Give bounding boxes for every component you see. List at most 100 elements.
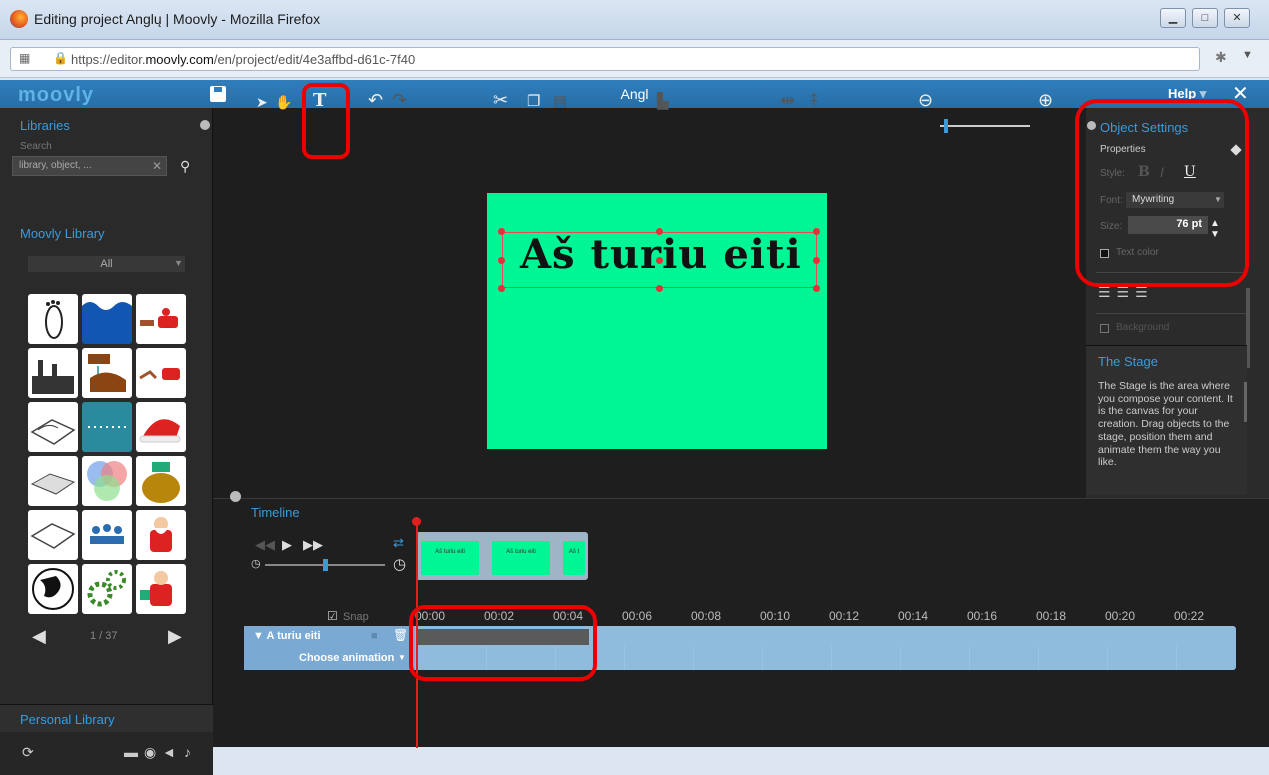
library-item-globe[interactable] <box>28 564 78 614</box>
clip-thumbnail[interactable]: Aš t <box>563 541 585 575</box>
track-name[interactable]: ▼ A turiu eiti <box>253 630 321 642</box>
choose-animation-select[interactable]: Choose animation <box>299 652 394 664</box>
library-item-santa-claus[interactable] <box>136 510 186 560</box>
moovly-library-title: Moovly Library <box>20 226 105 241</box>
library-item-santa-gift[interactable] <box>136 564 186 614</box>
resize-handle[interactable] <box>498 257 505 264</box>
trash-icon[interactable]: 🗑 <box>393 628 408 642</box>
timeline-title: Timeline <box>251 505 300 520</box>
snap-label: Snap <box>343 611 369 623</box>
zoom-slider-track[interactable] <box>940 125 1030 127</box>
resize-handle[interactable] <box>813 285 820 292</box>
close-window-button[interactable]: ✕ <box>1224 8 1250 28</box>
microphone-icon[interactable]: ♪ <box>184 744 191 760</box>
info-scrollbar[interactable] <box>1244 382 1247 422</box>
library-item-reindeer-sleigh[interactable] <box>136 348 186 398</box>
collapse-timeline-icon[interactable] <box>230 491 241 502</box>
time-tick: 00:16 <box>967 609 998 623</box>
library-search-input[interactable]: library, object, ... <box>12 156 167 176</box>
library-item-santa-hat[interactable] <box>136 402 186 452</box>
library-item-santa-sleigh[interactable] <box>136 294 186 344</box>
next-page-arrow-icon[interactable]: ▶ <box>168 626 182 647</box>
playhead-handle[interactable] <box>412 517 421 526</box>
clock-icon: ◷ <box>393 556 407 573</box>
time-tick: 00:10 <box>760 609 791 623</box>
library-bottom-tools: ⟳ ▬ ◉ ◄ ♪ <box>0 732 213 775</box>
library-page-count: 1 / 37 <box>90 630 118 642</box>
library-item-terrain-map[interactable] <box>28 456 78 506</box>
chevron-down-icon: ▼ <box>174 258 183 268</box>
library-item-factory[interactable] <box>28 348 78 398</box>
paste-icon: ▤ <box>553 93 568 110</box>
fast-forward-icon[interactable]: ▶▶ <box>303 537 323 553</box>
grid-line <box>969 646 970 670</box>
library-item-landscape-map[interactable] <box>28 402 78 452</box>
menu-chevron-icon[interactable]: ▼ <box>1242 49 1253 61</box>
url-text: https://editor.moovly.com/en/project/edi… <box>71 52 416 67</box>
resize-handle[interactable] <box>813 257 820 264</box>
grid-line <box>1038 646 1039 670</box>
background-label: Background <box>1116 322 1170 333</box>
resize-handle[interactable] <box>498 228 505 235</box>
pointer-icon[interactable]: ➤ <box>256 94 268 111</box>
snap-checkbox[interactable]: ☑ <box>327 609 338 623</box>
grid-line <box>693 646 694 670</box>
library-item-meeting[interactable] <box>82 510 132 560</box>
divider <box>1096 313 1246 314</box>
time-tick: 00:22 <box>1174 609 1205 623</box>
zoom-out-icon[interactable]: ⊖ <box>918 90 933 111</box>
time-tick: 00:08 <box>691 609 722 623</box>
minimize-button[interactable]: ▁ <box>1160 8 1186 28</box>
library-item-gift-sack[interactable] <box>136 456 186 506</box>
address-bar[interactable]: ▦ 🔒 https://editor.moovly.com/en/project… <box>10 47 1200 71</box>
extension-icon[interactable]: ✱ <box>1215 49 1227 66</box>
previous-page-arrow-icon[interactable]: ◀ <box>32 626 46 647</box>
stage-info-panel: The Stage The Stage is the area where yo… <box>1086 345 1247 495</box>
time-tick: 00:18 <box>1036 609 1067 623</box>
search-label: Search <box>20 141 52 152</box>
library-item-hand-washing[interactable] <box>82 348 132 398</box>
library-item-venn-circles[interactable] <box>82 456 132 506</box>
play-icon[interactable]: ▶ <box>282 537 292 553</box>
time-tick: 00:12 <box>829 609 860 623</box>
copy-icon[interactable]: ❐ <box>527 92 540 110</box>
personal-library-header[interactable]: Personal Library <box>0 704 213 732</box>
flip-vertical-icon: ⤉ <box>810 90 818 110</box>
time-tick: 00:06 <box>622 609 653 623</box>
project-title: Angl <box>620 86 649 102</box>
zoom-in-icon[interactable]: ⊕ <box>1038 90 1053 111</box>
grid-line <box>1107 646 1108 670</box>
clip-thumbnail[interactable]: Aš turiu eiti <box>421 541 479 575</box>
loop-icon[interactable]: ⇄ <box>393 535 404 551</box>
video-icon[interactable]: ▬ <box>124 744 138 760</box>
rotation-handle[interactable] <box>656 257 663 264</box>
resize-handle[interactable] <box>656 228 663 235</box>
resize-handle[interactable] <box>656 285 663 292</box>
highlight-timeline-clip <box>409 605 597 681</box>
hand-icon[interactable]: ✋ <box>275 94 292 111</box>
zoom-slider-knob[interactable] <box>944 119 948 133</box>
library-item-wave[interactable] <box>82 294 132 344</box>
rewind-icon: ◀◀ <box>255 537 275 552</box>
scissors-icon[interactable]: ✂ <box>493 90 508 111</box>
resize-handle[interactable] <box>498 285 505 292</box>
resize-handle[interactable] <box>813 228 820 235</box>
undo-icon[interactable]: ↶ <box>368 90 383 111</box>
flip-horizontal-icon: ⇹ <box>780 90 796 110</box>
library-filter-select[interactable]: All <box>28 256 185 272</box>
grid-line <box>624 646 625 670</box>
background-checkbox[interactable] <box>1100 324 1109 333</box>
maximize-button[interactable]: □ <box>1192 8 1218 28</box>
library-item-terrain-relief[interactable] <box>28 510 78 560</box>
search-icon[interactable]: ⚲ <box>180 158 190 175</box>
lock-icon[interactable]: ■ <box>371 630 378 642</box>
grid-line <box>900 646 901 670</box>
audio-icon[interactable]: ◄ <box>162 744 176 760</box>
clip-thumbnail[interactable]: Aš turiu eiti <box>492 541 550 575</box>
clear-search-icon[interactable]: ✕ <box>152 159 162 173</box>
library-item-dotted-line[interactable] <box>82 402 132 452</box>
timeline-zoom-knob[interactable] <box>323 559 328 571</box>
collapse-libraries-icon[interactable] <box>200 120 210 130</box>
library-item-footprint[interactable] <box>28 294 78 344</box>
library-item-gears[interactable] <box>82 564 132 614</box>
